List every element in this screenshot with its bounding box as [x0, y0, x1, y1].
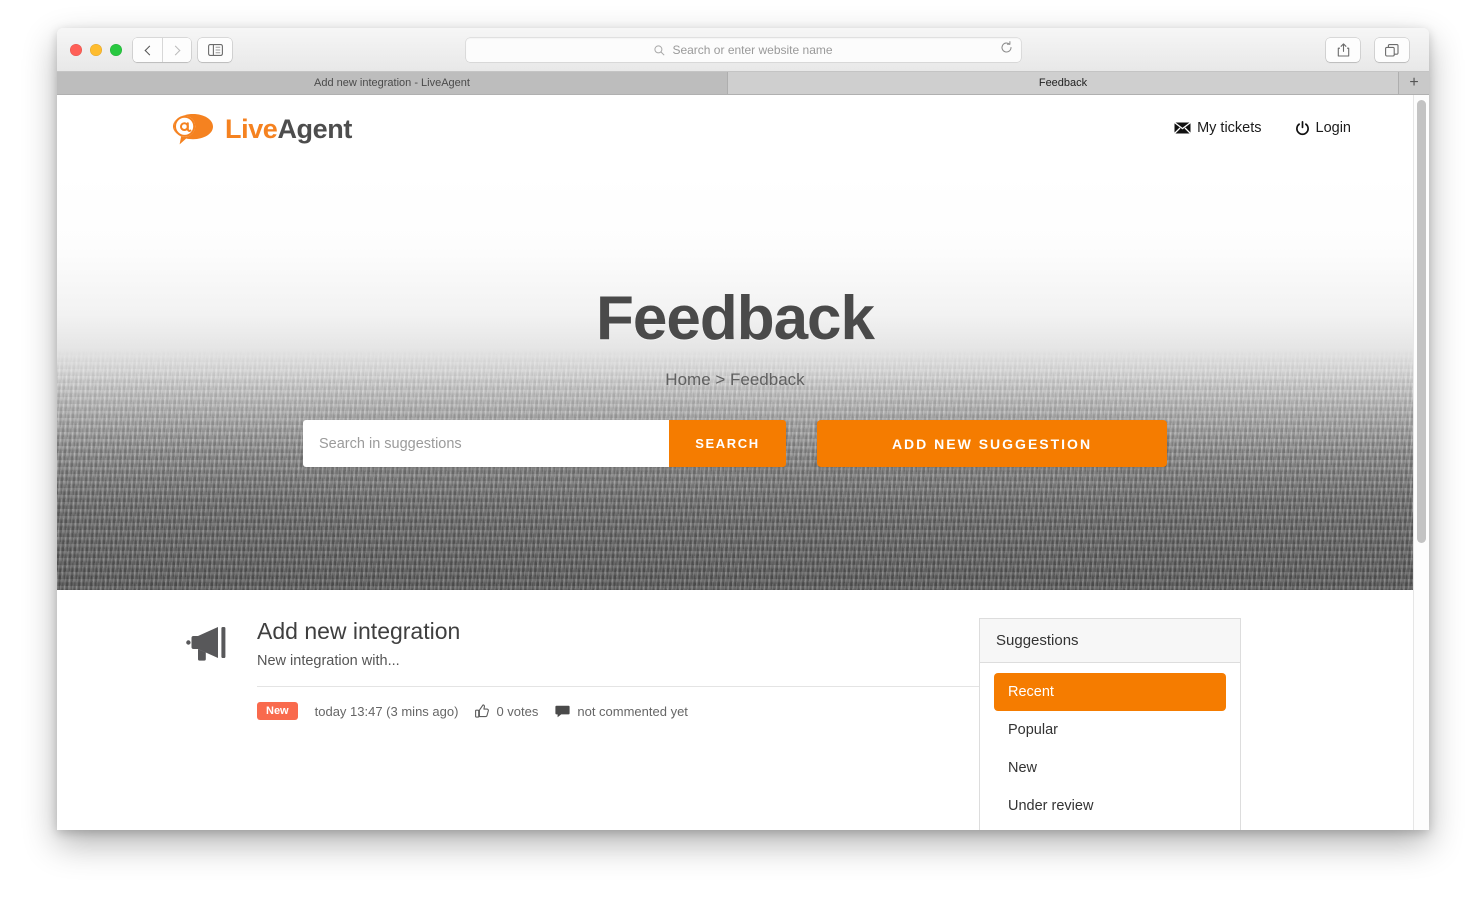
share-button[interactable]: [1326, 38, 1360, 62]
comment-count-label: not commented yet: [577, 703, 688, 719]
sidebar-toggle-button[interactable]: [198, 38, 232, 62]
comment-icon: [555, 705, 570, 718]
divider: [257, 686, 989, 688]
megaphone-icon: [185, 618, 235, 720]
panel-filter-list: Recent Popular New Under review: [980, 663, 1240, 830]
envelope-icon: [1174, 122, 1192, 134]
vote-count-label: 0 votes: [496, 703, 539, 719]
panel-item-under-review[interactable]: Under review: [994, 787, 1226, 825]
search-icon: [654, 44, 666, 56]
add-new-suggestion-button[interactable]: ADD NEW SUGGESTION: [817, 420, 1167, 467]
scrollbar-thumb[interactable]: [1417, 100, 1426, 543]
url-placeholder-text: Search or enter website name: [672, 43, 833, 57]
browser-toolbar: Search or enter website name: [57, 28, 1429, 72]
comment-count[interactable]: not commented yet: [555, 704, 688, 719]
status-badge: New: [257, 702, 298, 721]
new-tab-label: +: [1409, 74, 1419, 91]
reload-button[interactable]: [1000, 41, 1013, 59]
new-tab-button[interactable]: +: [1399, 72, 1429, 94]
sidebar-toggle-icon: [207, 44, 223, 56]
tab-overview-icon: [1385, 43, 1399, 57]
url-placeholder: Search or enter website name: [654, 43, 833, 57]
hero-actions: SEARCH ADD NEW SUGGESTION: [57, 420, 1413, 467]
close-window-button[interactable]: [70, 44, 82, 56]
vertical-scrollbar[interactable]: [1413, 95, 1429, 830]
panel-title: Suggestions: [980, 619, 1240, 663]
forward-button[interactable]: [162, 38, 191, 62]
tab-feedback[interactable]: Feedback: [728, 72, 1399, 94]
breadcrumb: Home > Feedback: [665, 370, 805, 389]
page-title: Feedback: [595, 284, 875, 353]
page-content: LiveAgent My tickets Login Feedback Home…: [57, 95, 1413, 830]
logo-text-agent: Agent: [277, 113, 352, 144]
suggestion-title[interactable]: Add new integration: [257, 618, 989, 644]
back-button[interactable]: [133, 38, 162, 62]
reload-icon: [1001, 41, 1012, 53]
suggestion-meta: New today 13:47 (3 mins ago) 0 votes not…: [257, 702, 989, 721]
chevron-left-icon: [144, 45, 154, 55]
hero-section: Feedback Home > Feedback SEARCH ADD NEW …: [57, 173, 1413, 590]
suggestion-description: New integration with...: [257, 653, 400, 670]
minimize-window-button[interactable]: [90, 44, 102, 56]
login-label: Login: [1315, 120, 1351, 136]
tab-overview-button[interactable]: [1375, 38, 1409, 62]
suggestion-timestamp: today 13:47 (3 mins ago): [314, 703, 459, 719]
logo-text-live: Live: [225, 113, 278, 144]
page-viewport: LiveAgent My tickets Login Feedback Home…: [57, 95, 1429, 830]
logo-wordmark: LiveAgent: [225, 114, 352, 145]
suggestions-panel: Suggestions Recent Popular New Under rev…: [979, 618, 1241, 830]
panel-item-new[interactable]: New: [994, 749, 1226, 787]
toolbar-right-buttons: [1326, 38, 1409, 62]
my-tickets-label: My tickets: [1197, 120, 1262, 136]
hero-content: Feedback Home > Feedback SEARCH ADD NEW …: [57, 173, 1413, 467]
liveagent-logo[interactable]: LiveAgent: [171, 111, 352, 147]
site-header: LiveAgent My tickets Login: [57, 95, 1413, 173]
tab-add-new-integration[interactable]: Add new integration - LiveAgent: [57, 72, 728, 94]
login-link[interactable]: Login: [1295, 120, 1351, 136]
power-icon: [1295, 120, 1309, 135]
suggestion-search-form: SEARCH: [303, 420, 786, 467]
navigation-buttons: [133, 38, 191, 62]
thumbs-up-icon: [475, 704, 490, 719]
share-icon: [1337, 43, 1349, 57]
tab-title: Feedback: [1038, 77, 1088, 89]
main-content: Add new integration New integration with…: [57, 590, 1413, 830]
maximize-window-button[interactable]: [110, 44, 122, 56]
panel-item-popular[interactable]: Popular: [994, 711, 1226, 749]
url-bar[interactable]: Search or enter website name: [466, 38, 1021, 62]
chevron-right-icon: [170, 45, 181, 55]
tab-bar: Add new integration - LiveAgent Feedback…: [57, 72, 1429, 95]
suggestion-body: Add new integration New integration with…: [257, 618, 989, 721]
suggestion-list: Add new integration New integration with…: [57, 618, 989, 830]
browser-window: Search or enter website name Add new int…: [57, 28, 1429, 830]
header-links: My tickets Login: [1174, 120, 1351, 136]
search-button[interactable]: SEARCH: [669, 420, 786, 467]
at-speech-bubble-icon: [171, 111, 217, 147]
tab-title: Add new integration - LiveAgent: [314, 77, 470, 89]
vote-count[interactable]: 0 votes: [475, 704, 538, 719]
search-input[interactable]: [303, 420, 669, 467]
list-item[interactable]: Add new integration New integration with…: [185, 618, 989, 721]
my-tickets-link[interactable]: My tickets: [1174, 120, 1262, 136]
window-controls: [70, 44, 122, 56]
panel-item-recent[interactable]: Recent: [994, 673, 1226, 711]
